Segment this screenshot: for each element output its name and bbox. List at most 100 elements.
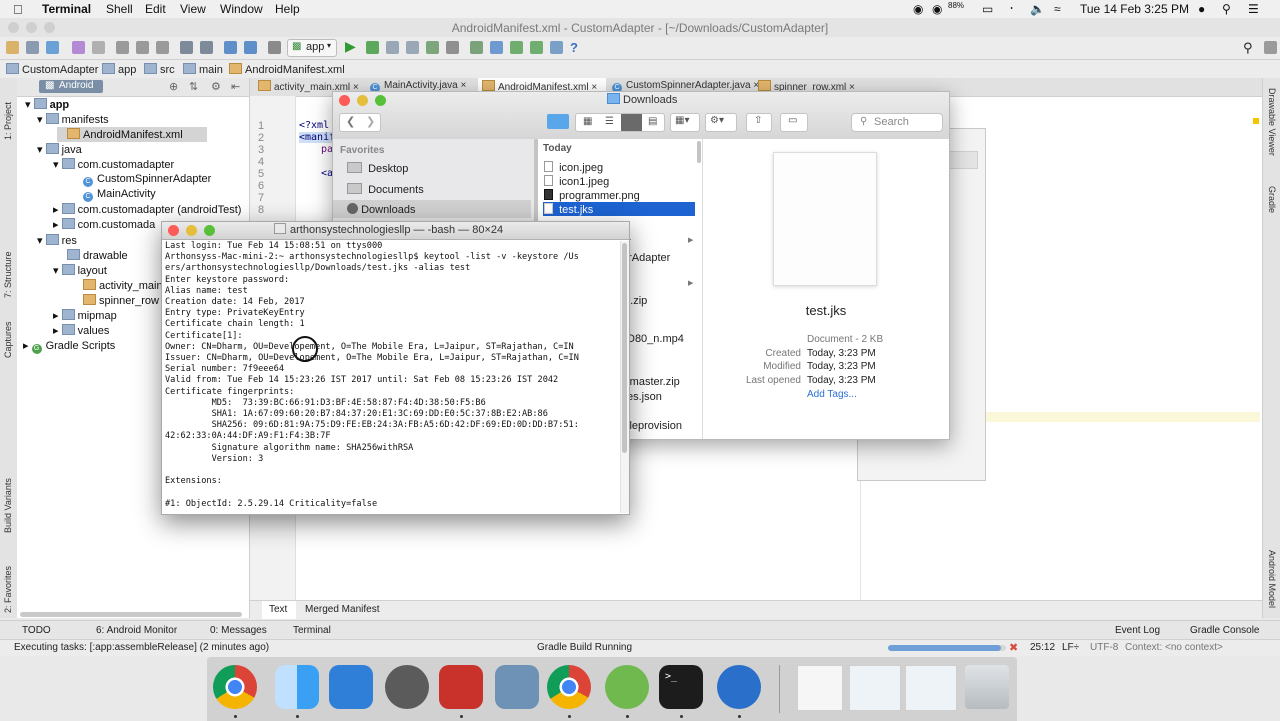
- redo-icon[interactable]: [92, 41, 105, 54]
- debug-icon[interactable]: [366, 41, 379, 54]
- terminal-zoom-button[interactable]: [204, 225, 215, 236]
- menu-help[interactable]: Help: [275, 2, 300, 16]
- user-icon[interactable]: ●: [1198, 2, 1205, 16]
- terminal-minimize-button[interactable]: [186, 225, 197, 236]
- airplay-icon[interactable]: ▭: [982, 2, 993, 16]
- tree-item-java[interactable]: ▾ java: [37, 143, 82, 156]
- preview-icon[interactable]: [495, 665, 539, 709]
- sync-scroll-icon[interactable]: ⊕: [169, 80, 178, 93]
- save-icon[interactable]: [26, 41, 39, 54]
- build-hammer-icon[interactable]: [268, 41, 281, 54]
- warning-marker[interactable]: [1253, 118, 1259, 124]
- ide-settings-icon[interactable]: [1264, 41, 1277, 54]
- sidebar-item-documents[interactable]: Documents: [347, 183, 424, 196]
- tool-android-monitor[interactable]: 6: Android Monitor: [96, 625, 177, 636]
- open-folder-icon[interactable]: [6, 41, 19, 54]
- tree-item-gradle-scripts[interactable]: ▸ G Gradle Scripts: [23, 339, 115, 354]
- sdk-manager-icon[interactable]: [510, 41, 523, 54]
- breadcrumb-main[interactable]: main: [183, 63, 223, 76]
- avd-manager-icon[interactable]: [490, 41, 503, 54]
- finder-forward-icon[interactable]: ❯: [366, 115, 375, 128]
- gear-icon[interactable]: ⚙: [211, 80, 221, 93]
- screenshot-thumbnail-2[interactable]: [905, 665, 957, 711]
- back-icon[interactable]: [224, 41, 237, 54]
- clock-text[interactable]: Tue 14 Feb 3:25 PM: [1080, 2, 1189, 16]
- replace-icon[interactable]: [200, 41, 213, 54]
- share-button[interactable]: ⇧: [746, 113, 772, 132]
- cancel-build-icon[interactable]: ✖: [1009, 641, 1018, 654]
- paste-icon[interactable]: [156, 41, 169, 54]
- terminal-app-icon[interactable]: >_: [659, 665, 703, 709]
- tree-item-activity-main[interactable]: activity_main: [83, 279, 163, 292]
- menu-window[interactable]: Window: [220, 2, 263, 16]
- breadcrumb-src[interactable]: src: [144, 63, 175, 76]
- cut-icon[interactable]: [116, 41, 129, 54]
- gauge-icon[interactable]: ◉: [932, 2, 942, 16]
- sync-gradle-icon[interactable]: [470, 41, 483, 54]
- gallery-view-icon[interactable]: ▤: [648, 116, 657, 127]
- help-icon[interactable]: ?: [570, 40, 578, 55]
- terminal-scrollbar[interactable]: [620, 241, 629, 513]
- terminal-scroll-thumb[interactable]: [622, 243, 627, 453]
- code-line-1[interactable]: <?xml: [299, 120, 329, 131]
- file-partial-4[interactable]: D80_n.mp4: [627, 333, 684, 345]
- strip-drawable-viewer[interactable]: Drawable Viewer: [1267, 88, 1277, 156]
- strip-gradle[interactable]: Gradle: [1267, 186, 1277, 213]
- finder-icon[interactable]: [275, 665, 319, 709]
- undo-icon[interactable]: [72, 41, 85, 54]
- file-test-jks[interactable]: test.jks: [544, 203, 593, 216]
- system-preferences-icon[interactable]: [385, 665, 429, 709]
- quicktime-icon[interactable]: [717, 665, 761, 709]
- strip-build-variants[interactable]: Build Variants: [3, 478, 13, 533]
- file-encoding[interactable]: UTF-8: [1090, 642, 1118, 653]
- status-message[interactable]: Executing tasks: [:app:assembleRelease] …: [14, 642, 269, 653]
- tree-item-spinner-row[interactable]: spinner_row: [83, 294, 159, 307]
- strip-android-model[interactable]: Android Model: [1267, 550, 1277, 608]
- file-icon1-jpeg[interactable]: icon1.jpeg: [544, 175, 609, 188]
- tree-item-mainactivity[interactable]: C MainActivity: [83, 188, 156, 202]
- menu-shell[interactable]: Shell: [106, 2, 133, 16]
- tree-item-manifests[interactable]: ▾ manifests: [37, 113, 109, 126]
- tree-item-layout[interactable]: ▾ layout: [53, 264, 107, 277]
- spotlight-search-icon[interactable]: ⚲: [1222, 2, 1231, 16]
- arrange-button[interactable]: ▦▾: [670, 113, 700, 132]
- sync-icon[interactable]: [46, 41, 59, 54]
- tree-item-package-test[interactable]: ▸ com.customada: [53, 218, 155, 231]
- find-icon[interactable]: [180, 41, 193, 54]
- menu-app-name[interactable]: Terminal: [42, 2, 91, 16]
- tree-item-app[interactable]: ▾ app: [25, 98, 69, 111]
- stop-icon[interactable]: [446, 41, 459, 54]
- screenshot-thumbnail-1[interactable]: [849, 665, 901, 711]
- menu-edit[interactable]: Edit: [145, 2, 166, 16]
- coverage-icon[interactable]: [406, 41, 419, 54]
- column-view-icon[interactable]: [621, 114, 642, 131]
- chrome-icon[interactable]: [547, 665, 591, 709]
- strip-favorites[interactable]: 2: Favorites: [3, 566, 13, 613]
- xcode-icon[interactable]: [329, 665, 373, 709]
- file-partial-5[interactable]: -master.zip: [626, 376, 680, 388]
- strip-structure[interactable]: 7: Structure: [3, 251, 13, 298]
- tree-item-drawable[interactable]: drawable: [67, 249, 128, 262]
- add-tags-link[interactable]: Add Tags...: [807, 389, 857, 400]
- tool-terminal[interactable]: Terminal: [293, 625, 331, 636]
- tool-gradle-console[interactable]: Gradle Console: [1190, 625, 1259, 636]
- chrome-canary-icon[interactable]: [213, 665, 257, 709]
- tree-item-package-androidtest[interactable]: ▸ com.customadapter (androidTest): [53, 203, 241, 216]
- file-partial-6[interactable]: es.json: [627, 391, 662, 403]
- tool-messages[interactable]: 0: Messages: [210, 625, 267, 636]
- tab-text[interactable]: Text: [269, 604, 287, 615]
- wifi-icon[interactable]: ≈: [1054, 2, 1061, 16]
- finder-folder-icon[interactable]: [547, 114, 569, 129]
- notification-center-icon[interactable]: ☰: [1248, 2, 1259, 16]
- icon-view-icon[interactable]: ▦: [583, 116, 592, 127]
- trash-icon[interactable]: [965, 665, 1009, 709]
- android-device-monitor-icon[interactable]: [530, 41, 543, 54]
- attach-icon[interactable]: [386, 41, 399, 54]
- caret-position[interactable]: 25:12: [1030, 642, 1055, 653]
- search-everywhere-icon[interactable]: ⚲: [1243, 40, 1253, 56]
- strip-captures[interactable]: Captures: [3, 321, 13, 358]
- volume-icon[interactable]: 🔈: [1030, 2, 1045, 16]
- code-line-2[interactable]: <manif: [299, 132, 336, 143]
- tags-button[interactable]: ▭: [780, 113, 808, 132]
- tree-item-customspinneradapter[interactable]: C CustomSpinnerAdapter: [83, 173, 211, 187]
